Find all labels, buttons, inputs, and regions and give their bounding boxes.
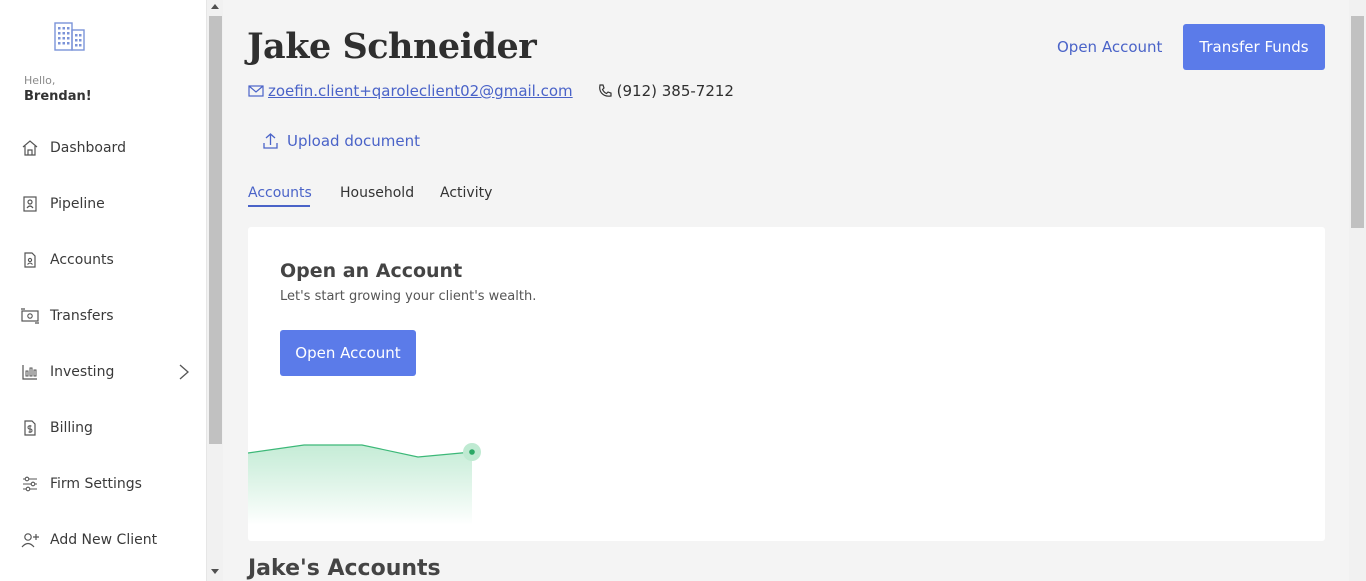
mail-icon [248, 85, 264, 97]
sidebar-item-accounts[interactable]: Accounts [0, 240, 206, 280]
transfers-icon [20, 306, 40, 326]
sidebar-item-label: Transfers [50, 308, 114, 324]
chevron-right-icon[interactable] [176, 362, 192, 382]
card-subtitle: Let's start growing your client's wealth… [280, 289, 537, 304]
sparkline-area [248, 445, 472, 525]
investing-icon [20, 362, 40, 382]
sidebar: Hello, Brendan! Dashboard Pipeline Accou… [0, 0, 206, 581]
sidebar-item-firm-settings[interactable]: Firm Settings [0, 464, 206, 504]
sidebar-item-pipeline[interactable]: Pipeline [0, 184, 206, 224]
sidebar-scrollbar-thumb[interactable] [209, 16, 222, 444]
sparkline-point [469, 449, 475, 455]
open-account-card: Open an Account Let's start growing your… [248, 227, 1325, 541]
contact-row: zoefin.client+qaroleclient02@gmail.com (… [248, 81, 734, 101]
main-scrollbar-thumb[interactable] [1351, 16, 1364, 228]
sidebar-item-label: Billing [50, 420, 93, 436]
add-user-icon [20, 530, 40, 550]
card-title: Open an Account [280, 260, 463, 282]
phone-icon [598, 84, 612, 97]
building-logo-icon[interactable] [53, 20, 87, 52]
client-name-heading: Jake Schneider [247, 26, 537, 67]
upload-icon [263, 133, 278, 149]
transfer-funds-button[interactable]: Transfer Funds [1183, 24, 1325, 70]
tab-activity[interactable]: Activity [440, 185, 492, 201]
pipeline-icon [20, 194, 40, 214]
phone-number: (912) 385-7212 [616, 82, 734, 100]
open-account-button[interactable]: Open Account [280, 330, 416, 376]
sidebar-item-add-new-client[interactable]: Add New Client [0, 520, 206, 560]
sliders-icon [20, 474, 40, 494]
sidebar-item-label: Dashboard [50, 140, 126, 156]
sidebar-scrollbar[interactable] [206, 0, 223, 581]
sidebar-item-dashboard[interactable]: Dashboard [0, 128, 206, 168]
client-phone: (912) 385-7212 [597, 82, 734, 100]
sidebar-item-label: Investing [50, 364, 115, 380]
sidebar-item-billing[interactable]: Billing [0, 408, 206, 448]
scroll-up-arrow-icon[interactable] [211, 4, 219, 9]
billing-icon [20, 418, 40, 438]
growth-sparkline [248, 443, 481, 525]
accounts-section-title: Jake's Accounts [248, 556, 441, 581]
greeting-text: Hello, [24, 74, 56, 87]
sidebar-item-label: Firm Settings [50, 476, 142, 492]
client-email-link[interactable]: zoefin.client+qaroleclient02@gmail.com [268, 82, 573, 100]
tab-household[interactable]: Household [340, 185, 414, 201]
upload-document-button[interactable]: Upload document [262, 132, 420, 150]
sidebar-item-investing[interactable]: Investing [0, 352, 206, 392]
sidebar-item-label: Accounts [50, 252, 114, 268]
scroll-down-arrow-icon[interactable] [211, 569, 219, 574]
user-name: Brendan! [24, 89, 92, 104]
sidebar-item-label: Add New Client [50, 532, 158, 548]
accounts-icon [20, 250, 40, 270]
upload-document-label: Upload document [287, 132, 421, 150]
main-scrollbar[interactable] [1349, 0, 1366, 581]
open-account-link-button[interactable]: Open Account [1057, 38, 1162, 56]
active-tab-underline [248, 205, 310, 207]
sidebar-item-transfers[interactable]: Transfers [0, 296, 206, 336]
sidebar-item-label: Pipeline [50, 196, 105, 212]
tab-accounts[interactable]: Accounts [248, 185, 312, 201]
home-icon [20, 138, 40, 158]
